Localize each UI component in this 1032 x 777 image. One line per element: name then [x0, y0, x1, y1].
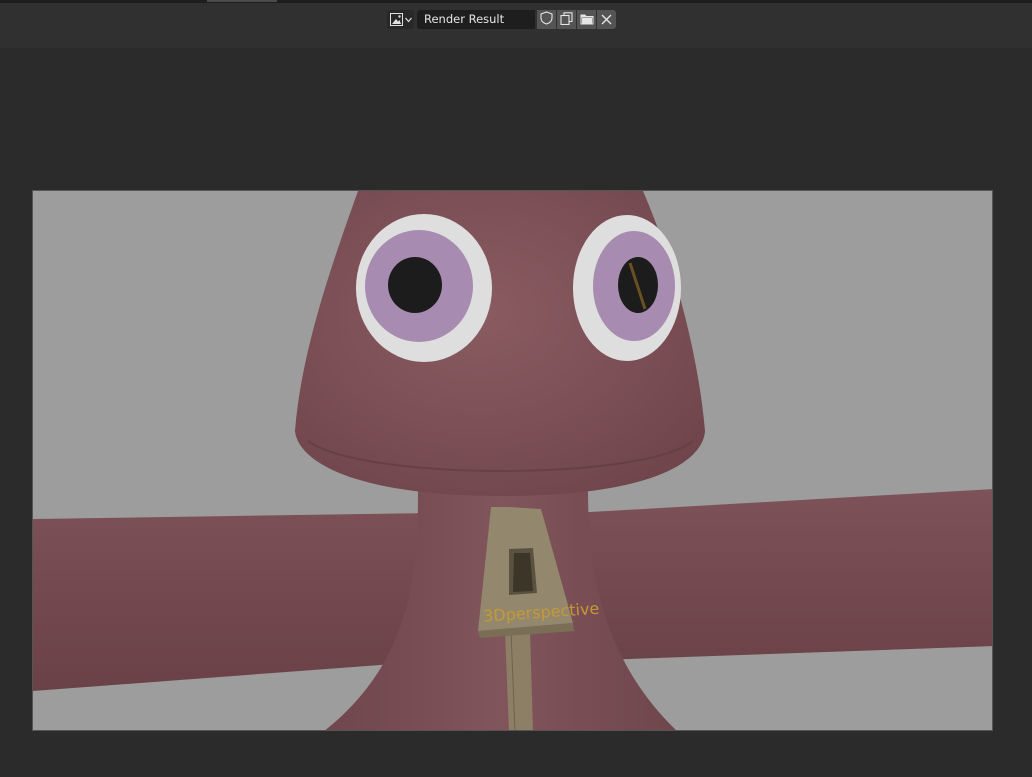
shield-icon: [540, 10, 553, 29]
render-result-image[interactable]: 3Dperspective: [32, 190, 993, 731]
image-icon: [390, 13, 403, 26]
left-arm: [33, 513, 433, 691]
duplicate-icon: [560, 10, 573, 29]
left-eye: [356, 214, 492, 362]
duplicate-image-button[interactable]: [557, 10, 576, 29]
close-icon: [601, 10, 612, 29]
right-eye: [573, 215, 681, 361]
area-tab-indicator: [207, 0, 277, 2]
fake-user-button[interactable]: [537, 10, 556, 29]
image-editor-header: Render Result: [0, 3, 1032, 48]
folder-icon: [580, 10, 594, 29]
image-name-field[interactable]: Render Result: [417, 10, 535, 29]
open-image-button[interactable]: [577, 10, 596, 29]
image-browse-button[interactable]: [387, 10, 414, 29]
chevron-down-icon: [405, 17, 412, 23]
zipper-strap: [505, 631, 533, 730]
unlink-image-button[interactable]: [597, 10, 616, 29]
right-arm: [573, 489, 992, 661]
